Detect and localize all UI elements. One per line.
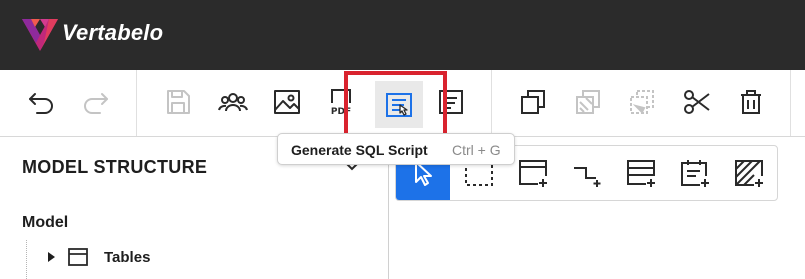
toolbar-divider xyxy=(491,70,492,136)
delete-button[interactable] xyxy=(731,82,771,122)
trash-icon xyxy=(741,90,761,114)
model-section-label: Model xyxy=(22,214,69,231)
app-brand: Vertabelo xyxy=(62,20,164,45)
add-view-tool[interactable] xyxy=(614,146,668,200)
save-icon xyxy=(167,90,190,114)
redo-icon xyxy=(84,93,108,114)
add-table-icon xyxy=(519,160,547,187)
undo-button[interactable] xyxy=(21,82,61,122)
tooltip: Generate SQL Script Ctrl + G xyxy=(277,133,515,165)
copy-icon xyxy=(521,90,545,114)
paste-button[interactable] xyxy=(568,82,608,122)
toolbar-divider xyxy=(790,70,791,136)
undo-icon xyxy=(29,93,53,114)
cut-button[interactable] xyxy=(677,82,717,122)
share-button[interactable] xyxy=(213,82,253,122)
add-note-icon xyxy=(681,160,709,187)
paste-format-button[interactable] xyxy=(622,82,662,122)
table-icon xyxy=(68,248,88,266)
tooltip-label: Generate SQL Script xyxy=(291,142,428,158)
paste-icon xyxy=(576,90,600,114)
tooltip-shortcut: Ctrl + G xyxy=(452,142,501,158)
tree-item-tables[interactable]: Tables xyxy=(104,249,150,266)
add-area-tool[interactable] xyxy=(722,146,776,200)
add-reference-icon xyxy=(574,167,601,187)
export-image-button[interactable] xyxy=(267,82,307,122)
toolbar-divider xyxy=(136,70,137,136)
vertabelo-logo-icon xyxy=(22,19,58,51)
add-note-tool[interactable] xyxy=(668,146,722,200)
save-button[interactable] xyxy=(158,82,198,122)
add-view-icon xyxy=(627,160,655,187)
image-icon xyxy=(274,90,300,114)
paste-format-icon xyxy=(630,90,654,114)
copy-button[interactable] xyxy=(513,82,553,122)
scissors-icon xyxy=(684,90,710,114)
panel-title: MODEL STRUCTURE xyxy=(22,157,208,177)
add-area-icon xyxy=(735,160,763,187)
add-reference-tool[interactable] xyxy=(560,146,614,200)
app-header: Vertabelo xyxy=(0,0,805,70)
users-icon xyxy=(218,93,248,112)
expand-arrow-icon[interactable] xyxy=(46,251,56,263)
redo-button[interactable] xyxy=(76,82,116,122)
tree-guide-line xyxy=(26,240,27,279)
